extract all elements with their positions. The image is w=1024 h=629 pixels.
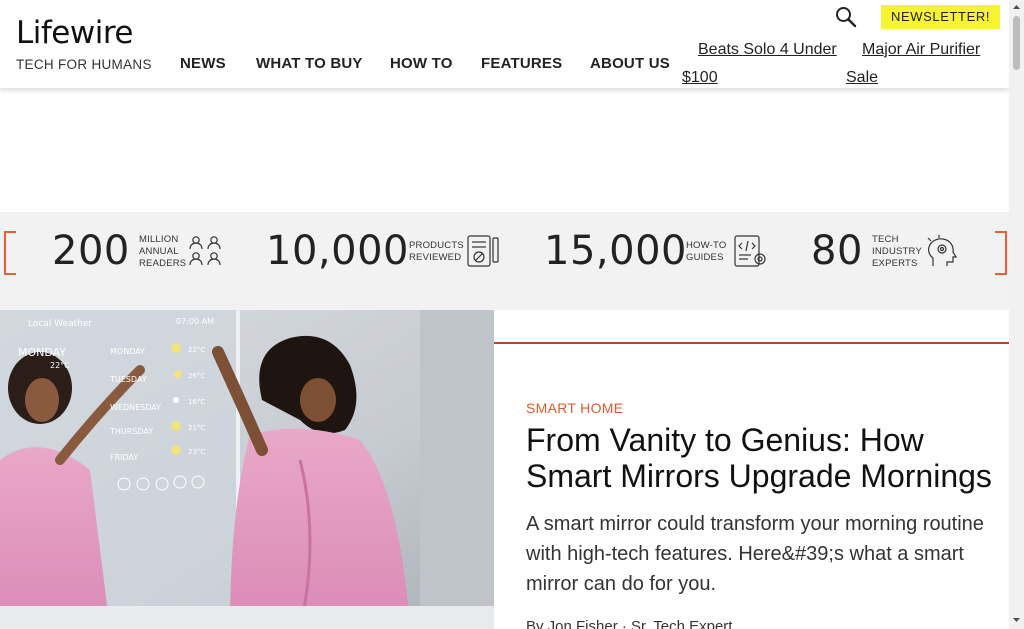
- stat-experts-number: 80: [811, 228, 863, 274]
- mirror-time: 07:00 AM: [176, 317, 214, 326]
- stat-guides-number: 15,000: [544, 228, 687, 274]
- search-button[interactable]: [834, 5, 858, 29]
- nav-about-us[interactable]: ABOUT US: [590, 55, 670, 72]
- hero-category[interactable]: SMART HOME: [526, 400, 623, 416]
- experts-icon: [927, 235, 958, 266]
- stat-readers-number: 200: [52, 228, 130, 274]
- stat-guides-label-2: GUIDES: [686, 252, 724, 263]
- trending-link-beats-line1[interactable]: Beats Solo 4 Under: [698, 36, 837, 64]
- nav-what-to-buy[interactable]: WHAT TO BUY: [256, 55, 363, 72]
- mirror-location: Local Weather: [28, 319, 92, 329]
- mirror-today: MONDAY: [18, 346, 66, 359]
- trending-link-beats-line2[interactable]: $100: [682, 64, 718, 92]
- guides-icon: [734, 235, 766, 267]
- hero-byline: By Jon Fisher · Sr. Tech Expert: [526, 618, 733, 629]
- mirror-today-temp: 22°C: [50, 361, 70, 370]
- site-header: Lifewire TECH FOR HUMANS NEWS WHAT TO BU…: [0, 0, 1009, 88]
- stats-band: 200 MILLION ANNUAL READERS 10,000 PRODUC…: [0, 212, 1009, 310]
- page: Lifewire TECH FOR HUMANS NEWS WHAT TO BU…: [0, 0, 1009, 629]
- smart-mirror-photo: Local Weather 07:00 AM MONDAY 22°C MONDA…: [0, 310, 494, 629]
- stat-experts-label-1: TECH: [872, 234, 899, 245]
- stat-guides-label-1: HOW-TO: [686, 240, 727, 251]
- stat-readers-label-3: READERS: [139, 258, 187, 269]
- stat-experts-label-3: EXPERTS: [872, 258, 918, 269]
- nav-how-to[interactable]: HOW TO: [390, 55, 453, 72]
- stats-bracket-right: [995, 231, 1007, 275]
- stat-products-label-2: REVIEWED: [409, 252, 462, 263]
- newsletter-button[interactable]: NEWSLETTER!: [881, 5, 1001, 29]
- nav-features[interactable]: FEATURES: [481, 55, 562, 72]
- products-reviewed-icon: [467, 235, 499, 267]
- stat-readers-label-2: ANNUAL: [139, 246, 179, 257]
- mirror-day-2: TUESDAY: [109, 375, 147, 384]
- trending-link-air-purifier-line1[interactable]: Major Air Purifier: [862, 36, 980, 64]
- scroll-thumb[interactable]: [1013, 16, 1020, 70]
- scroll-up-arrow-icon[interactable]: [1009, 0, 1024, 14]
- hero-headline[interactable]: From Vanity to Genius: How Smart Mirrors…: [526, 422, 1004, 494]
- mirror-day-4: THURSDAY: [109, 427, 153, 436]
- stat-experts-label-2: INDUSTRY: [872, 246, 922, 257]
- page-scrollbar[interactable]: [1009, 0, 1024, 629]
- hero-summary: A smart mirror could transform your morn…: [526, 513, 984, 595]
- mirror-day-3: WEDNESDAY: [110, 403, 161, 412]
- mirror-day-1: MONDAY: [110, 347, 145, 356]
- hero-divider: [494, 342, 1009, 344]
- mirror-temp-1: 22°C: [188, 346, 205, 354]
- search-icon: [836, 7, 857, 28]
- stat-products-number: 10,000: [266, 228, 409, 274]
- mirror-temp-3: 16°C: [188, 398, 205, 406]
- mirror-temp-4: 21°C: [188, 424, 205, 432]
- scroll-down-arrow-icon[interactable]: [1009, 613, 1024, 627]
- site-logo[interactable]: Lifewire: [16, 14, 133, 52]
- ad-space: [0, 92, 1009, 212]
- stat-products-label-1: PRODUCTS: [409, 240, 464, 251]
- stats-bracket-left: [4, 231, 16, 275]
- mirror-temp-5: 23°C: [188, 448, 205, 456]
- site-tagline: TECH FOR HUMANS: [16, 57, 152, 72]
- readers-icon: [189, 236, 221, 266]
- mirror-day-5: FRIDAY: [110, 453, 138, 462]
- trending-link-air-purifier-line2[interactable]: Sale: [846, 64, 878, 92]
- mirror-temp-2: 26°C: [188, 372, 205, 380]
- hero-image[interactable]: Local Weather 07:00 AM MONDAY 22°C MONDA…: [0, 310, 494, 629]
- nav-news[interactable]: NEWS: [180, 55, 226, 72]
- stat-readers-label-1: MILLION: [139, 234, 179, 245]
